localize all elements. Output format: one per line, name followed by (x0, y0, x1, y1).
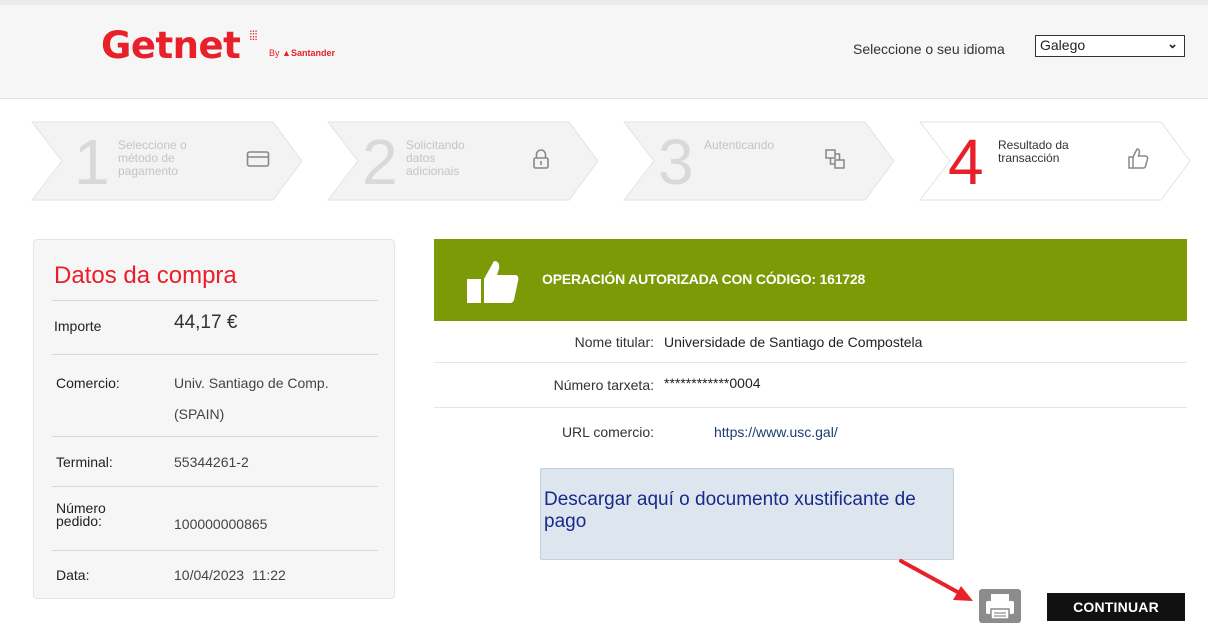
printer-icon (986, 594, 1014, 620)
language-select-value: Galego (1040, 37, 1086, 53)
card-value: ************0004 (664, 375, 761, 391)
santander-flame-icon: ▲ (282, 48, 291, 58)
lock-icon (533, 149, 549, 169)
thumbs-up-filled-icon (467, 261, 519, 303)
step-label-line: pagamento (118, 164, 179, 178)
top-border (0, 0, 1208, 5)
logo-text: Getnet (101, 24, 241, 67)
step-label-line: transacción (998, 151, 1060, 165)
getnet-logo: Getnet ⁞⁞⁞ By ▲Santander (101, 24, 335, 70)
step-label: Solicitando datos adicionais (406, 139, 465, 178)
step-label: Seleccione o método de pagamento (118, 139, 187, 178)
download-note-text: Descargar aquí o documento xustificante … (544, 489, 916, 532)
row-divider (434, 362, 1187, 363)
logo-by-text: By (269, 48, 280, 58)
authenticate-icon (825, 149, 845, 169)
order-label: Número pedido: (56, 501, 106, 529)
row-divider (52, 550, 378, 551)
red-arrow-icon (899, 559, 973, 601)
url-label: URL comercio: (561, 424, 654, 440)
print-receipt-button[interactable] (979, 589, 1021, 623)
language-label: Seleccione o seu idioma (853, 41, 1005, 57)
purchase-summary-panel: Datos da compra Importe 44,17 € Comercio… (33, 239, 395, 599)
date-label: Data: (56, 567, 90, 583)
logo-brand-text: Santander (290, 48, 335, 58)
logo-dots-icon: ⁞⁞⁞ (249, 28, 258, 43)
row-divider (52, 436, 378, 437)
step-label-line: Autenticando (704, 138, 775, 152)
step-1: 1 Seleccione o método de pagamento (30, 120, 303, 202)
step-3: 3 Autenticando (622, 120, 895, 202)
amount-label: Importe (54, 318, 102, 334)
step-number: 4 (948, 126, 984, 198)
step-number: 3 (658, 126, 694, 198)
row-divider (52, 300, 378, 301)
card-label: Número tarxeta: (553, 377, 654, 393)
purchase-title: Datos da compra (54, 262, 237, 289)
continue-button[interactable]: CONTINUAR (1047, 593, 1185, 621)
progress-steps: 1 Seleccione o método de pagamento 2 Sol… (30, 120, 1191, 202)
step-label: Resultado da transacción (998, 139, 1069, 165)
date-value: 10/04/2023 11:22 (174, 567, 286, 583)
chevron-down-icon: ⌄ (1167, 36, 1178, 51)
download-note-callout: Descargar aquí o documento xustificante … (540, 468, 954, 560)
merchant-url-link[interactable]: https://www.usc.gal/ (714, 424, 838, 440)
row-divider (52, 486, 378, 487)
holder-value: Universidade de Santiago de Compostela (664, 334, 923, 350)
authorization-message: OPERACIÓN AUTORIZADA CON CÓDIGO: 161728 (542, 271, 866, 287)
merchant-value-line1: Univ. Santiago de Comp. (174, 375, 329, 391)
step-label: Autenticando (704, 139, 774, 152)
page-header: Getnet ⁞⁞⁞ By ▲Santander Seleccione o se… (0, 0, 1208, 99)
logo-by-santander: By ▲Santander (269, 48, 335, 58)
order-label-line2: pedido: (56, 513, 102, 529)
step-label-line: adicionais (406, 164, 460, 178)
row-divider (434, 407, 1187, 408)
merchant-label: Comercio: (56, 375, 120, 391)
terminal-value: 55344261-2 (174, 454, 249, 470)
card-icon (246, 151, 270, 167)
step-number: 1 (74, 126, 110, 198)
amount-value: 44,17 € (174, 312, 238, 333)
language-select[interactable]: Galego ⌄ (1035, 35, 1185, 57)
thumbs-up-icon (1128, 148, 1149, 169)
row-divider (52, 354, 378, 355)
merchant-value-line2: (SPAIN) (174, 406, 225, 422)
step-number: 2 (362, 126, 398, 198)
terminal-label: Terminal: (56, 454, 113, 470)
step-2: 2 Solicitando datos adicionais (326, 120, 599, 202)
holder-label: Nome titular: (574, 334, 654, 350)
order-value: 100000000865 (174, 516, 268, 532)
authorized-banner: OPERACIÓN AUTORIZADA CON CÓDIGO: 161728 (434, 239, 1187, 321)
step-4: 4 Resultado da transacción (918, 120, 1191, 202)
